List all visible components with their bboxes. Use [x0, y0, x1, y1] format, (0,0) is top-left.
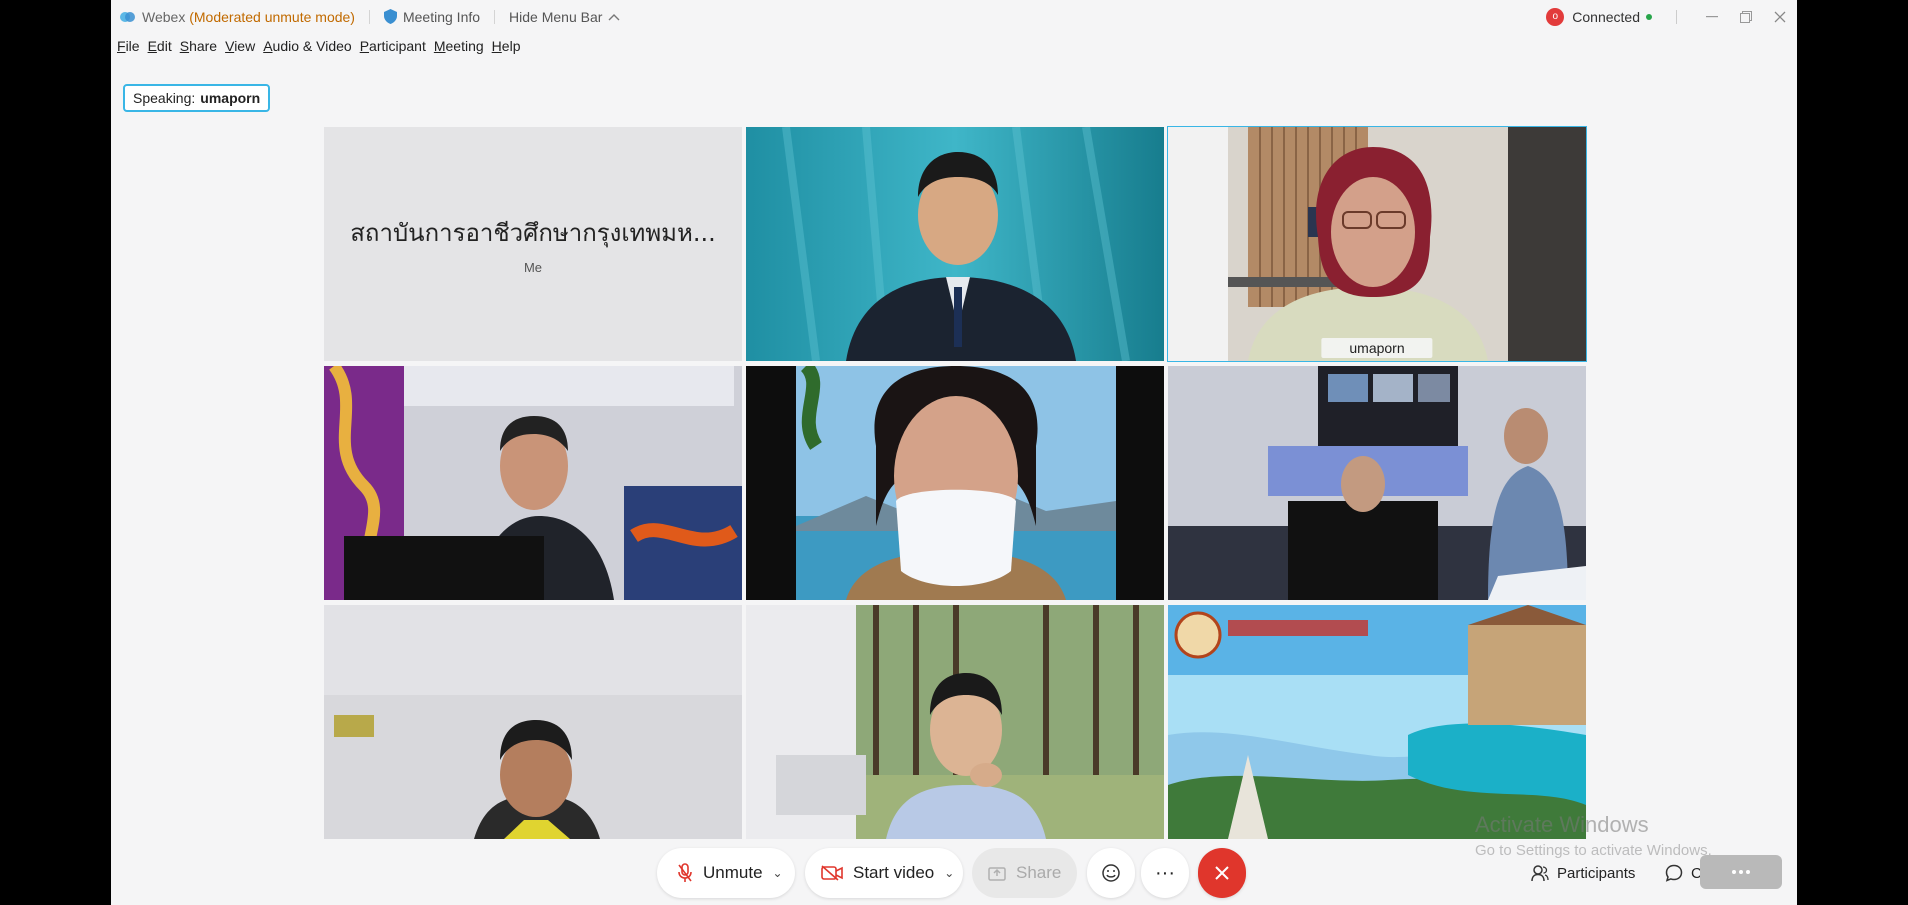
minimize-icon[interactable]	[1695, 0, 1729, 33]
webex-logo-icon	[120, 11, 135, 22]
leave-button[interactable]	[1198, 848, 1246, 898]
video-tile-participant-4[interactable]	[324, 366, 742, 600]
participant-video	[746, 605, 1164, 839]
webex-window: Webex (Moderated unmute mode) Meeting In…	[111, 0, 1797, 905]
speaking-indicator: Speaking: umaporn	[123, 84, 271, 112]
hide-menu-label: Hide Menu Bar	[509, 8, 603, 25]
video-tile-self[interactable]: สถาบันการอาชีวศึกษากรุงเทพมห... Me	[324, 127, 742, 361]
participant-video	[1168, 127, 1586, 361]
unmute-button[interactable]: Unmute ⌄	[657, 848, 795, 898]
chevron-up-icon	[608, 13, 620, 20]
speaking-name: umaporn	[200, 90, 261, 106]
panel-overflow-button[interactable]	[1700, 855, 1782, 889]
self-name: สถาบันการอาชีวศึกษากรุงเทพมห...	[350, 219, 716, 247]
video-tile-participant-2[interactable]	[746, 127, 1164, 361]
menu-share[interactable]: Share	[180, 38, 217, 54]
start-video-button[interactable]: Start video ⌄	[805, 848, 963, 898]
reactions-icon	[1102, 864, 1120, 882]
more-button[interactable]: ···	[1141, 848, 1189, 898]
video-tile-participant-8[interactable]	[746, 605, 1164, 839]
menu-view[interactable]: View	[225, 38, 255, 54]
video-grid: สถาบันการอาชีวศึกษากรุงเทพมห... Me umapo…	[324, 126, 1695, 839]
shield-icon	[383, 9, 397, 24]
record-icon[interactable]: o	[1546, 7, 1565, 26]
participant-video	[1168, 366, 1586, 600]
reactions-button[interactable]	[1087, 848, 1135, 898]
participant-video	[324, 366, 742, 600]
connected-dot	[1646, 13, 1652, 20]
meeting-info-label: Meeting Info	[402, 8, 481, 25]
restore-icon[interactable]	[1729, 0, 1763, 33]
more-icon: ···	[1155, 861, 1175, 884]
connection-status: Connected	[1572, 8, 1640, 25]
participants-icon	[1531, 865, 1549, 882]
video-tile-participant-7[interactable]	[324, 605, 742, 839]
start-video-label: Start video	[853, 863, 935, 882]
mic-muted-icon	[678, 863, 692, 882]
participant-video	[746, 366, 1164, 600]
menu-audio-video[interactable]: Audio & Video	[263, 38, 351, 54]
video-tile-participant-6[interactable]	[1168, 366, 1586, 600]
video-tile-umaporn[interactable]: umaporn	[1167, 126, 1587, 362]
video-tile-participant-9[interactable]	[1168, 605, 1586, 839]
menu-meeting[interactable]: Meeting	[434, 38, 484, 54]
share-icon	[988, 867, 1006, 881]
video-tile-participant-5[interactable]	[746, 366, 1164, 600]
menu-bar: File Edit Share View Audio & Video Parti…	[117, 38, 528, 54]
self-label: Me	[523, 260, 543, 275]
title-bar: Webex (Moderated unmute mode) Meeting In…	[111, 0, 1797, 33]
unmute-label: Unmute	[703, 863, 763, 882]
menu-edit[interactable]: Edit	[148, 38, 172, 54]
share-button[interactable]: Share	[972, 848, 1077, 898]
activate-windows-watermark: Activate Windows	[1475, 812, 1649, 837]
more-panels-icon	[1732, 870, 1750, 874]
close-icon[interactable]	[1763, 0, 1797, 33]
menu-file[interactable]: File	[117, 38, 140, 54]
meeting-info-button[interactable]: Meeting Info	[383, 8, 481, 25]
chevron-down-icon[interactable]: ⌄	[773, 866, 783, 880]
speaking-prefix: Speaking:	[133, 90, 196, 106]
chat-icon	[1665, 864, 1683, 882]
chevron-down-icon[interactable]: ⌄	[944, 866, 954, 880]
hide-menu-bar-button[interactable]: Hide Menu Bar	[509, 9, 620, 25]
share-label: Share	[1016, 863, 1062, 882]
participant-video	[324, 605, 742, 839]
participants-button[interactable]: Participants	[1531, 860, 1635, 886]
participants-label: Participants	[1557, 864, 1636, 882]
participant-video	[1168, 605, 1586, 839]
unmute-mode-label: (Moderated unmute mode)	[189, 8, 355, 25]
video-off-icon	[821, 865, 843, 881]
menu-help[interactable]: Help	[492, 38, 521, 54]
menu-participant[interactable]: Participant	[360, 38, 426, 54]
app-title: Webex	[142, 8, 186, 25]
participant-name-tag: umaporn	[1321, 338, 1433, 358]
participant-video	[746, 127, 1164, 361]
leave-icon	[1215, 866, 1229, 880]
